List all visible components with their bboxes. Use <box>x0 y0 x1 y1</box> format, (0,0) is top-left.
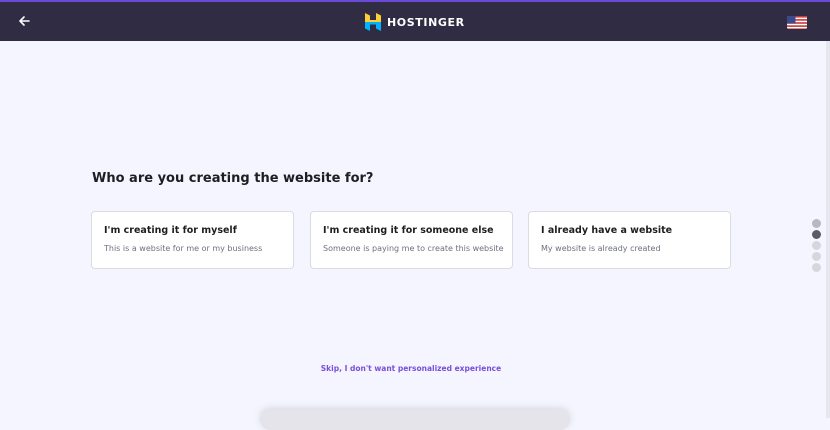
option-description: My website is already created <box>541 244 661 253</box>
language-selector[interactable] <box>787 15 807 29</box>
option-title: I already have a website <box>541 225 673 236</box>
step-indicator <box>812 219 822 274</box>
option-description: Someone is paying me to create this webs… <box>323 244 504 253</box>
step-dot <box>812 263 821 272</box>
option-already-have-website[interactable]: I already have a website My website is a… <box>528 211 731 269</box>
step-dot-active <box>812 230 821 239</box>
step-dot <box>812 241 821 250</box>
step-dot <box>812 252 821 261</box>
step-dot <box>812 219 821 228</box>
top-header: HOSTINGER <box>0 0 830 41</box>
option-title: I'm creating it for myself <box>104 225 237 236</box>
page-scrollbar[interactable] <box>826 41 830 418</box>
hostinger-h-icon <box>365 13 381 31</box>
option-for-someone-else[interactable]: I'm creating it for someone else Someone… <box>310 211 513 269</box>
option-for-myself[interactable]: I'm creating it for myself This is a web… <box>91 211 294 269</box>
page-title: Who are you creating the website for? <box>92 171 374 186</box>
arrow-left-icon <box>19 16 30 26</box>
brand-name: HOSTINGER <box>387 15 465 29</box>
us-flag-icon <box>787 16 807 29</box>
skip-personalization-link[interactable]: Skip, I don't want personalized experien… <box>0 364 822 373</box>
hostinger-logo[interactable]: HOSTINGER <box>365 12 465 32</box>
option-title: I'm creating it for someone else <box>323 225 494 236</box>
option-description: This is a website for me or my business <box>104 244 263 253</box>
back-button[interactable] <box>14 11 34 31</box>
bottom-panel-edge <box>260 410 570 430</box>
